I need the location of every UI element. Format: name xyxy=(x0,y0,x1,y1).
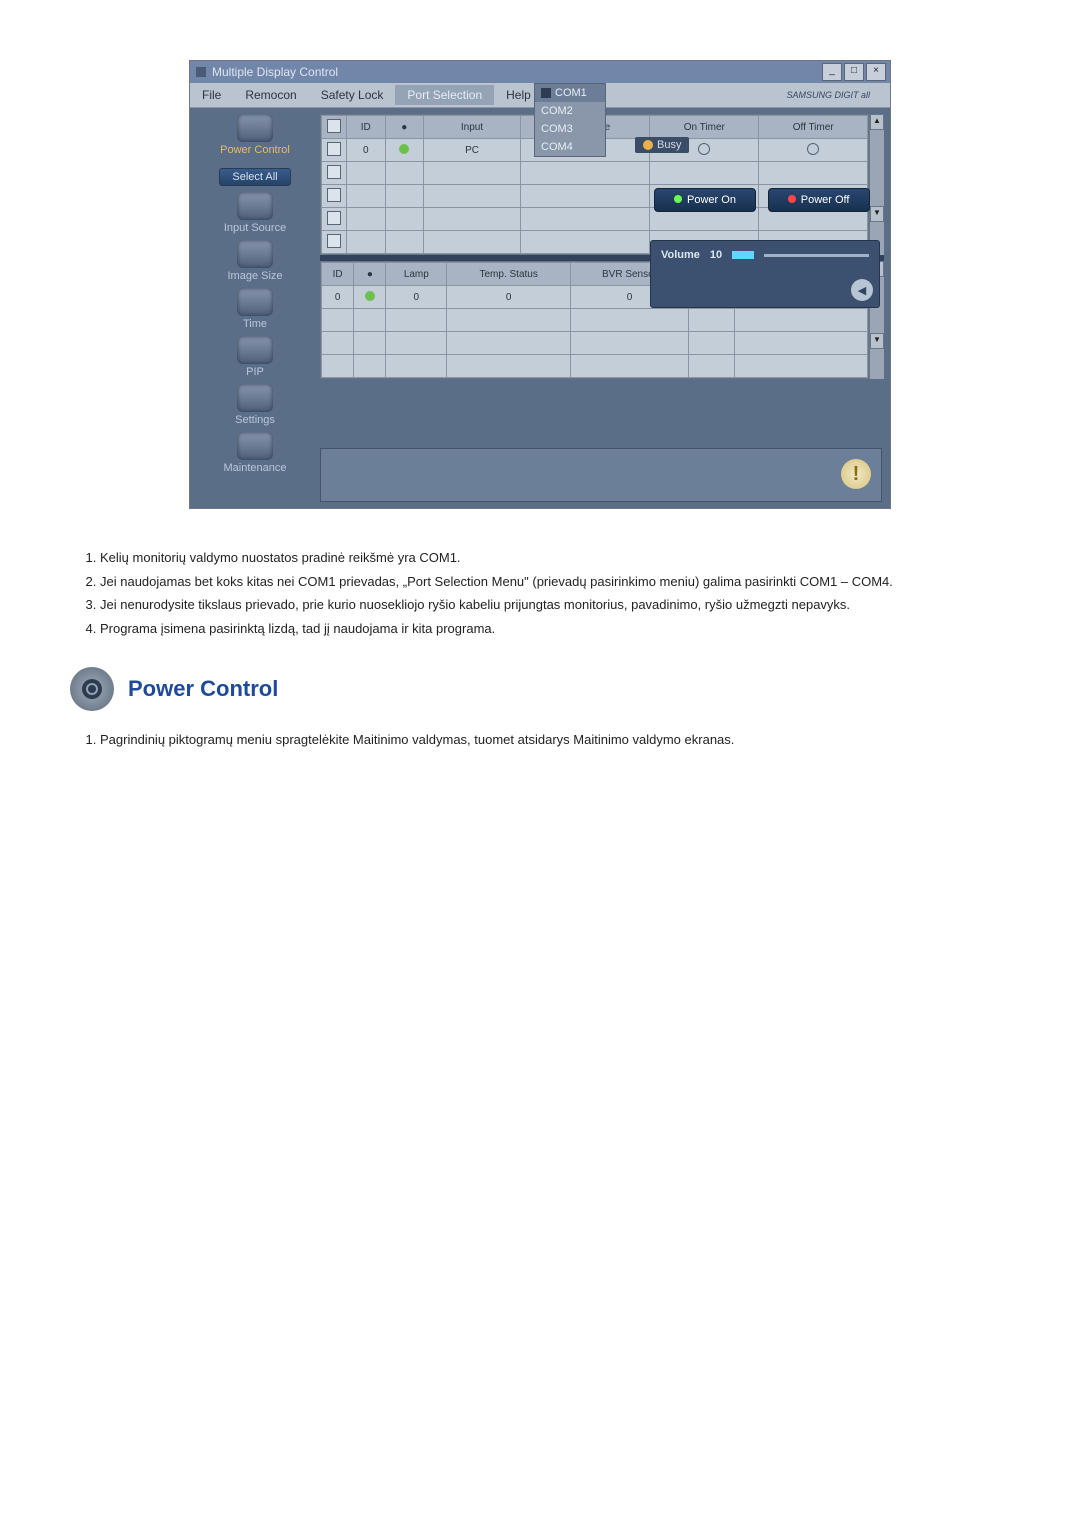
row-checkbox[interactable] xyxy=(322,139,347,162)
sidebar-item-pip[interactable]: PIP xyxy=(190,336,320,378)
settings-icon xyxy=(237,384,273,412)
port-com3[interactable]: COM3 xyxy=(535,120,605,138)
volume-panel: Volume 10 ◀ xyxy=(650,240,880,308)
power-off-label: Power Off xyxy=(801,194,850,206)
warning-icon: ! xyxy=(841,459,871,489)
power-on-button[interactable]: Power On xyxy=(654,188,756,212)
sidebar-item-power[interactable]: Power Control xyxy=(190,114,320,156)
menu-remocon[interactable]: Remocon xyxy=(233,85,308,105)
app-window: Multiple Display Control _ □ × File Remo… xyxy=(189,60,891,509)
cell-id: 0 xyxy=(347,139,386,162)
power-off-button[interactable]: Power Off xyxy=(768,188,870,212)
checkbox-header[interactable] xyxy=(322,116,347,139)
power-control-icon xyxy=(70,667,114,711)
note-item: Kelių monitorių valdymo nuostatos pradin… xyxy=(100,549,1010,567)
section-header: Power Control xyxy=(70,667,1010,711)
busy-indicator: Busy xyxy=(635,137,689,153)
col-id: ID xyxy=(322,263,354,286)
speaker-icon[interactable]: ◀ xyxy=(851,279,873,301)
image-size-icon xyxy=(237,240,273,268)
app-body: Busy Power Control Select All Input Sour… xyxy=(190,108,890,508)
cell-lamp: 0 xyxy=(386,286,447,309)
green-bullet-icon xyxy=(674,195,682,203)
col-id: ID xyxy=(347,116,386,139)
col-ontimer: On Timer xyxy=(650,116,759,139)
busy-lamp-icon xyxy=(643,140,653,150)
cell-id: 0 xyxy=(322,286,354,309)
sidebar-item-label: Power Control xyxy=(220,144,290,156)
notes-list: Kelių monitorių valdymo nuostatos pradin… xyxy=(70,549,1010,637)
app-icon xyxy=(196,67,206,77)
volume-value: 10 xyxy=(710,249,722,261)
port-com2[interactable]: COM2 xyxy=(535,102,605,120)
sidebar-item-image[interactable]: Image Size xyxy=(190,240,320,282)
sidebar-item-label: Image Size xyxy=(227,270,282,282)
minimize-button[interactable]: _ xyxy=(822,63,842,81)
menu-bar: File Remocon Safety Lock Port Selection … xyxy=(190,83,890,108)
scroll-down-icon[interactable]: ▼ xyxy=(870,333,884,349)
table-row[interactable] xyxy=(322,332,868,355)
col-input: Input xyxy=(424,116,521,139)
note-item: Jei naudojamas bet koks kitas nei COM1 p… xyxy=(100,573,1010,591)
time-icon xyxy=(237,288,273,316)
note-item: Programa įsimena pasirinktą lizdą, tad j… xyxy=(100,620,1010,638)
sidebar-item-label: Time xyxy=(243,318,267,330)
window-title: Multiple Display Control xyxy=(212,65,338,79)
section-notes: Pagrindinių piktogramų meniu spragtelėki… xyxy=(70,731,1010,749)
cell-offtimer xyxy=(759,139,868,162)
status-bar: ! xyxy=(320,448,882,502)
green-dot-icon xyxy=(399,144,409,154)
busy-label: Busy xyxy=(657,139,681,151)
close-button[interactable]: × xyxy=(866,63,886,81)
note-item: Jei nenurodysite tikslaus prievado, prie… xyxy=(100,596,1010,614)
ring-icon xyxy=(698,143,710,155)
green-dot-icon xyxy=(365,291,375,301)
col-lamp: Lamp xyxy=(386,263,447,286)
red-bullet-icon xyxy=(788,195,796,203)
menu-safety[interactable]: Safety Lock xyxy=(309,85,396,105)
ring-icon xyxy=(807,143,819,155)
scroll-up-icon[interactable]: ▲ xyxy=(870,114,884,130)
control-panel: Power On Power Off Volume 10 ◀ xyxy=(650,188,880,308)
col-offtimer: Off Timer xyxy=(759,116,868,139)
sidebar-item-label: Maintenance xyxy=(224,462,287,474)
port-com1[interactable]: COM1 xyxy=(535,84,605,102)
sidebar: Power Control Select All Input Source Im… xyxy=(190,108,320,508)
sidebar-item-label: Input Source xyxy=(224,222,286,234)
sidebar-item-label: PIP xyxy=(246,366,264,378)
cell-input: PC xyxy=(424,139,521,162)
volume-fill xyxy=(732,251,754,259)
brand-label: SAMSUNG DIGIT all xyxy=(774,87,882,103)
col-status-icon: ● xyxy=(354,263,386,286)
port-selection-popup: COM1 COM2 COM3 COM4 xyxy=(534,83,606,157)
menu-file[interactable]: File xyxy=(190,85,233,105)
power-on-label: Power On xyxy=(687,194,736,206)
input-icon xyxy=(237,192,273,220)
maximize-button[interactable]: □ xyxy=(844,63,864,81)
port-com4[interactable]: COM4 xyxy=(535,138,605,156)
sidebar-item-time[interactable]: Time xyxy=(190,288,320,330)
sidebar-item-settings[interactable]: Settings xyxy=(190,384,320,426)
power-icon xyxy=(237,114,273,142)
sidebar-item-maintenance[interactable]: Maintenance xyxy=(190,432,320,474)
maintenance-icon xyxy=(237,432,273,460)
sidebar-item-input[interactable]: Input Source xyxy=(190,192,320,234)
pip-icon xyxy=(237,336,273,364)
note-item: Pagrindinių piktogramų meniu spragtelėki… xyxy=(100,731,1010,749)
volume-label: Volume xyxy=(661,249,700,261)
select-all-button[interactable]: Select All xyxy=(219,168,291,186)
volume-slider[interactable] xyxy=(764,254,869,257)
title-bar[interactable]: Multiple Display Control _ □ × xyxy=(190,61,890,83)
table-row[interactable] xyxy=(322,162,868,185)
section-title: Power Control xyxy=(128,676,278,702)
cell-lamp xyxy=(385,139,424,162)
col-status-icon: ● xyxy=(385,116,424,139)
cell-temp: 0 xyxy=(447,286,571,309)
col-temp: Temp. Status xyxy=(447,263,571,286)
table-row[interactable] xyxy=(322,309,868,332)
menu-port[interactable]: Port Selection xyxy=(395,85,494,105)
sidebar-item-label: Settings xyxy=(235,414,275,426)
table-row[interactable] xyxy=(322,355,868,378)
cell-status xyxy=(354,286,386,309)
